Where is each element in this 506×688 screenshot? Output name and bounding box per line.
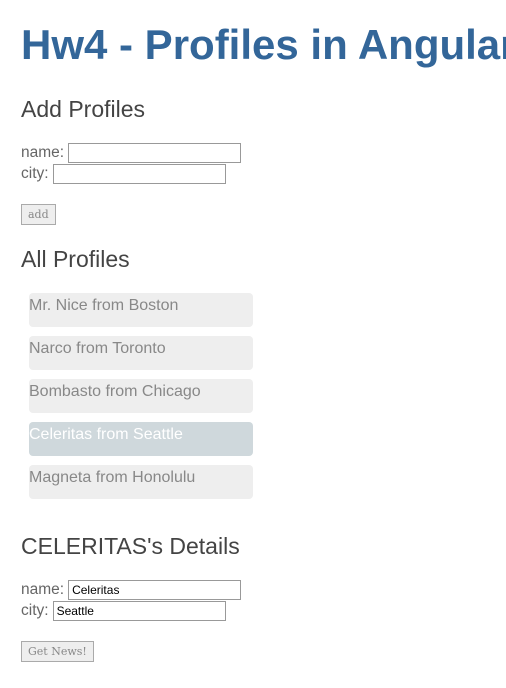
profile-item-mr-nice[interactable]: Mr. Nice from Boston (29, 293, 253, 327)
add-name-label: name: (21, 144, 65, 161)
profile-item-narco[interactable]: Narco from Toronto (29, 336, 253, 370)
page-title: Hw4 - Profiles in Angular (21, 21, 506, 68)
all-profiles-heading: All Profiles (21, 246, 130, 272)
add-name-input[interactable] (68, 143, 242, 163)
detail-name-input[interactable] (68, 580, 242, 600)
get-news-button[interactable]: Get News! (21, 641, 94, 662)
detail-name-label: name: (21, 581, 65, 598)
details-heading: CELERITAS's Details (21, 533, 240, 559)
detail-city-input[interactable] (52, 601, 226, 621)
add-city-label: city: (21, 165, 49, 182)
add-button[interactable]: add (21, 204, 56, 225)
profile-item-bombasto[interactable]: Bombasto from Chicago (29, 379, 253, 413)
add-city-input[interactable] (52, 164, 226, 184)
detail-name-row: name: (21, 580, 242, 600)
add-profiles-heading: Add Profiles (21, 96, 146, 122)
profile-item-magneta[interactable]: Magneta from Honolulu (29, 465, 253, 499)
profile-item-celeritas[interactable]: Celeritas from Seattle (29, 422, 253, 456)
detail-city-row: city: (21, 601, 226, 621)
add-city-row: city: (21, 164, 226, 184)
profiles-list: Mr. Nice from Boston Narco from Toronto … (29, 293, 253, 508)
detail-city-label: city: (21, 602, 49, 619)
add-name-row: name: (21, 143, 242, 163)
